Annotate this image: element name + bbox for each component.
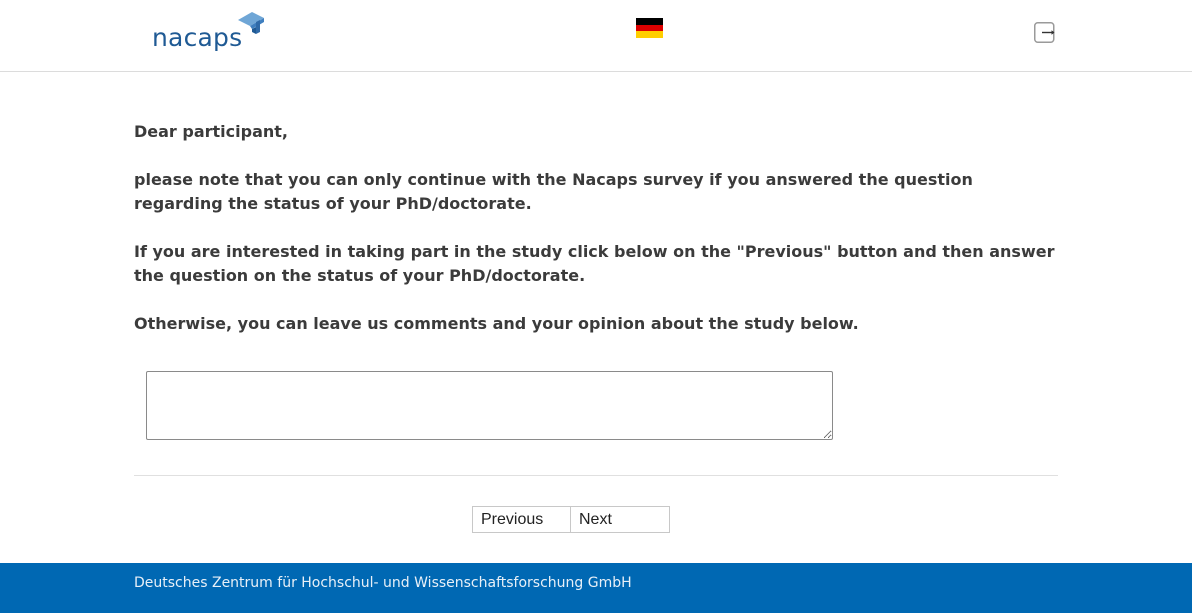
comment-textarea[interactable] — [146, 371, 833, 440]
navigation-buttons: Previous Next — [472, 506, 670, 533]
german-flag-icon[interactable] — [636, 18, 663, 38]
instruction-text: If you are interested in taking part in … — [134, 242, 1055, 285]
mortarboard-icon — [238, 12, 264, 34]
footer-text: Deutsches Zentrum für Hochschul- und Wis… — [134, 575, 632, 591]
divider — [134, 475, 1058, 476]
message-content: Dear participant, please note that you c… — [134, 120, 1058, 360]
flag-stripe-gold — [636, 31, 663, 38]
logo-text: nacaps — [152, 23, 243, 52]
logout-icon[interactable] — [1034, 22, 1056, 43]
next-button[interactable]: Next — [571, 506, 670, 533]
nacaps-logo[interactable]: nacaps — [152, 10, 264, 52]
page-footer: Deutsches Zentrum für Hochschul- und Wis… — [0, 563, 1192, 613]
page-header: nacaps — [0, 0, 1192, 72]
notice-text: please note that you can only continue w… — [134, 170, 973, 213]
previous-button[interactable]: Previous — [472, 506, 571, 533]
comment-prompt-text: Otherwise, you can leave us comments and… — [134, 314, 859, 333]
flag-stripe-red — [636, 24, 663, 32]
flag-stripe-black — [636, 18, 663, 25]
greeting-text: Dear participant, — [134, 122, 288, 141]
